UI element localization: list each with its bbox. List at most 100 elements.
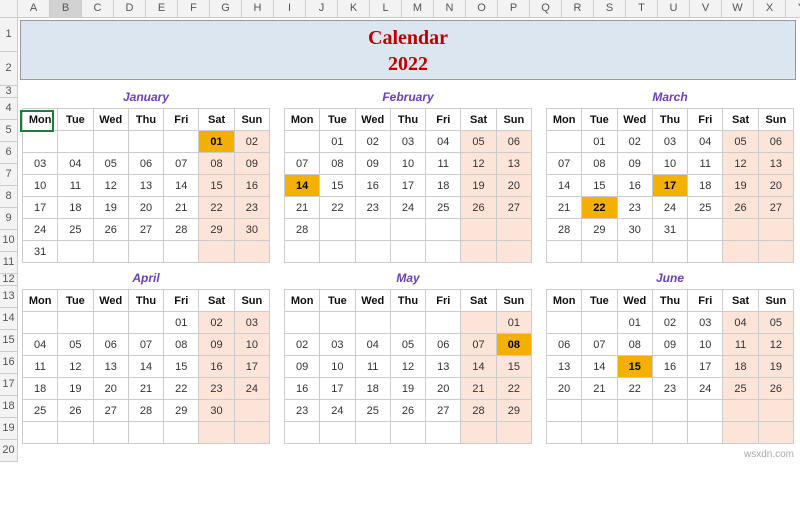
day-cell[interactable]: 14 — [461, 356, 496, 378]
col-header-V[interactable]: V — [690, 0, 722, 17]
day-cell[interactable] — [758, 219, 793, 241]
day-cell[interactable]: 23 — [234, 197, 269, 219]
day-cell[interactable]: 21 — [461, 378, 496, 400]
day-cell[interactable]: 15 — [582, 175, 617, 197]
day-cell[interactable]: 06 — [496, 131, 531, 153]
day-cell[interactable]: 23 — [617, 197, 652, 219]
day-cell[interactable] — [461, 422, 496, 444]
day-cell[interactable] — [582, 422, 617, 444]
day-cell[interactable]: 24 — [652, 197, 687, 219]
day-cell[interactable]: 22 — [582, 197, 617, 219]
col-header-M[interactable]: M — [402, 0, 434, 17]
col-header-U[interactable]: U — [658, 0, 690, 17]
day-cell[interactable] — [723, 241, 758, 263]
day-cell[interactable]: 09 — [652, 334, 687, 356]
day-cell[interactable]: 16 — [285, 378, 320, 400]
day-cell[interactable]: 05 — [758, 312, 793, 334]
day-cell[interactable]: 07 — [285, 153, 320, 175]
day-cell[interactable]: 13 — [93, 356, 128, 378]
day-cell[interactable] — [723, 219, 758, 241]
day-cell[interactable]: 27 — [426, 400, 461, 422]
day-cell[interactable]: 26 — [390, 400, 425, 422]
day-cell[interactable]: 10 — [688, 334, 723, 356]
day-cell[interactable]: 17 — [652, 175, 687, 197]
day-cell[interactable]: 03 — [23, 153, 58, 175]
day-cell[interactable]: 07 — [128, 334, 163, 356]
day-cell[interactable] — [496, 422, 531, 444]
row-header-3[interactable]: 3 — [0, 86, 17, 98]
row-header-7[interactable]: 7 — [0, 164, 17, 186]
col-header-Y[interactable]: Y — [786, 0, 800, 17]
day-cell[interactable]: 26 — [723, 197, 758, 219]
day-cell[interactable] — [320, 312, 355, 334]
day-cell[interactable]: 24 — [234, 378, 269, 400]
day-cell[interactable]: 27 — [93, 400, 128, 422]
day-cell[interactable]: 14 — [164, 175, 199, 197]
day-cell[interactable] — [496, 241, 531, 263]
day-cell[interactable] — [23, 131, 58, 153]
day-cell[interactable] — [652, 422, 687, 444]
day-cell[interactable]: 06 — [93, 334, 128, 356]
day-cell[interactable]: 08 — [582, 153, 617, 175]
row-header-13[interactable]: 13 — [0, 286, 17, 308]
day-cell[interactable]: 30 — [617, 219, 652, 241]
day-cell[interactable]: 14 — [128, 356, 163, 378]
day-cell[interactable] — [390, 241, 425, 263]
day-cell[interactable] — [93, 241, 128, 263]
day-cell[interactable] — [58, 241, 93, 263]
day-cell[interactable]: 13 — [758, 153, 793, 175]
col-header-G[interactable]: G — [210, 0, 242, 17]
day-cell[interactable]: 24 — [320, 400, 355, 422]
day-cell[interactable] — [164, 131, 199, 153]
col-header-N[interactable]: N — [434, 0, 466, 17]
day-cell[interactable]: 06 — [758, 131, 793, 153]
day-cell[interactable] — [652, 241, 687, 263]
day-cell[interactable] — [23, 422, 58, 444]
day-cell[interactable]: 13 — [547, 356, 582, 378]
day-cell[interactable] — [199, 422, 234, 444]
col-header-C[interactable]: C — [82, 0, 114, 17]
col-header-L[interactable]: L — [370, 0, 402, 17]
day-cell[interactable]: 10 — [390, 153, 425, 175]
day-cell[interactable]: 26 — [93, 219, 128, 241]
day-cell[interactable] — [582, 400, 617, 422]
day-cell[interactable] — [723, 400, 758, 422]
day-cell[interactable]: 09 — [285, 356, 320, 378]
day-cell[interactable] — [320, 422, 355, 444]
day-cell[interactable]: 23 — [199, 378, 234, 400]
day-cell[interactable]: 19 — [390, 378, 425, 400]
day-cell[interactable]: 07 — [461, 334, 496, 356]
day-cell[interactable] — [355, 422, 390, 444]
day-cell[interactable] — [58, 422, 93, 444]
day-cell[interactable]: 08 — [617, 334, 652, 356]
day-cell[interactable]: 19 — [723, 175, 758, 197]
day-cell[interactable] — [128, 422, 163, 444]
day-cell[interactable]: 25 — [58, 219, 93, 241]
day-cell[interactable]: 03 — [688, 312, 723, 334]
day-cell[interactable] — [390, 312, 425, 334]
day-cell[interactable] — [355, 219, 390, 241]
day-cell[interactable]: 31 — [652, 219, 687, 241]
day-cell[interactable]: 11 — [58, 175, 93, 197]
day-cell[interactable] — [93, 312, 128, 334]
day-cell[interactable]: 13 — [496, 153, 531, 175]
day-cell[interactable]: 17 — [390, 175, 425, 197]
col-header-E[interactable]: E — [146, 0, 178, 17]
day-cell[interactable] — [461, 312, 496, 334]
col-header-K[interactable]: K — [338, 0, 370, 17]
col-header-P[interactable]: P — [498, 0, 530, 17]
day-cell[interactable] — [234, 400, 269, 422]
day-cell[interactable]: 01 — [496, 312, 531, 334]
day-cell[interactable]: 12 — [93, 175, 128, 197]
day-cell[interactable] — [688, 219, 723, 241]
day-cell[interactable]: 04 — [355, 334, 390, 356]
day-cell[interactable] — [164, 241, 199, 263]
day-cell[interactable]: 18 — [426, 175, 461, 197]
day-cell[interactable]: 30 — [234, 219, 269, 241]
row-header-1[interactable]: 1 — [0, 18, 17, 52]
day-cell[interactable]: 03 — [320, 334, 355, 356]
day-cell[interactable]: 05 — [58, 334, 93, 356]
day-cell[interactable]: 21 — [128, 378, 163, 400]
day-cell[interactable]: 28 — [461, 400, 496, 422]
day-cell[interactable] — [234, 241, 269, 263]
